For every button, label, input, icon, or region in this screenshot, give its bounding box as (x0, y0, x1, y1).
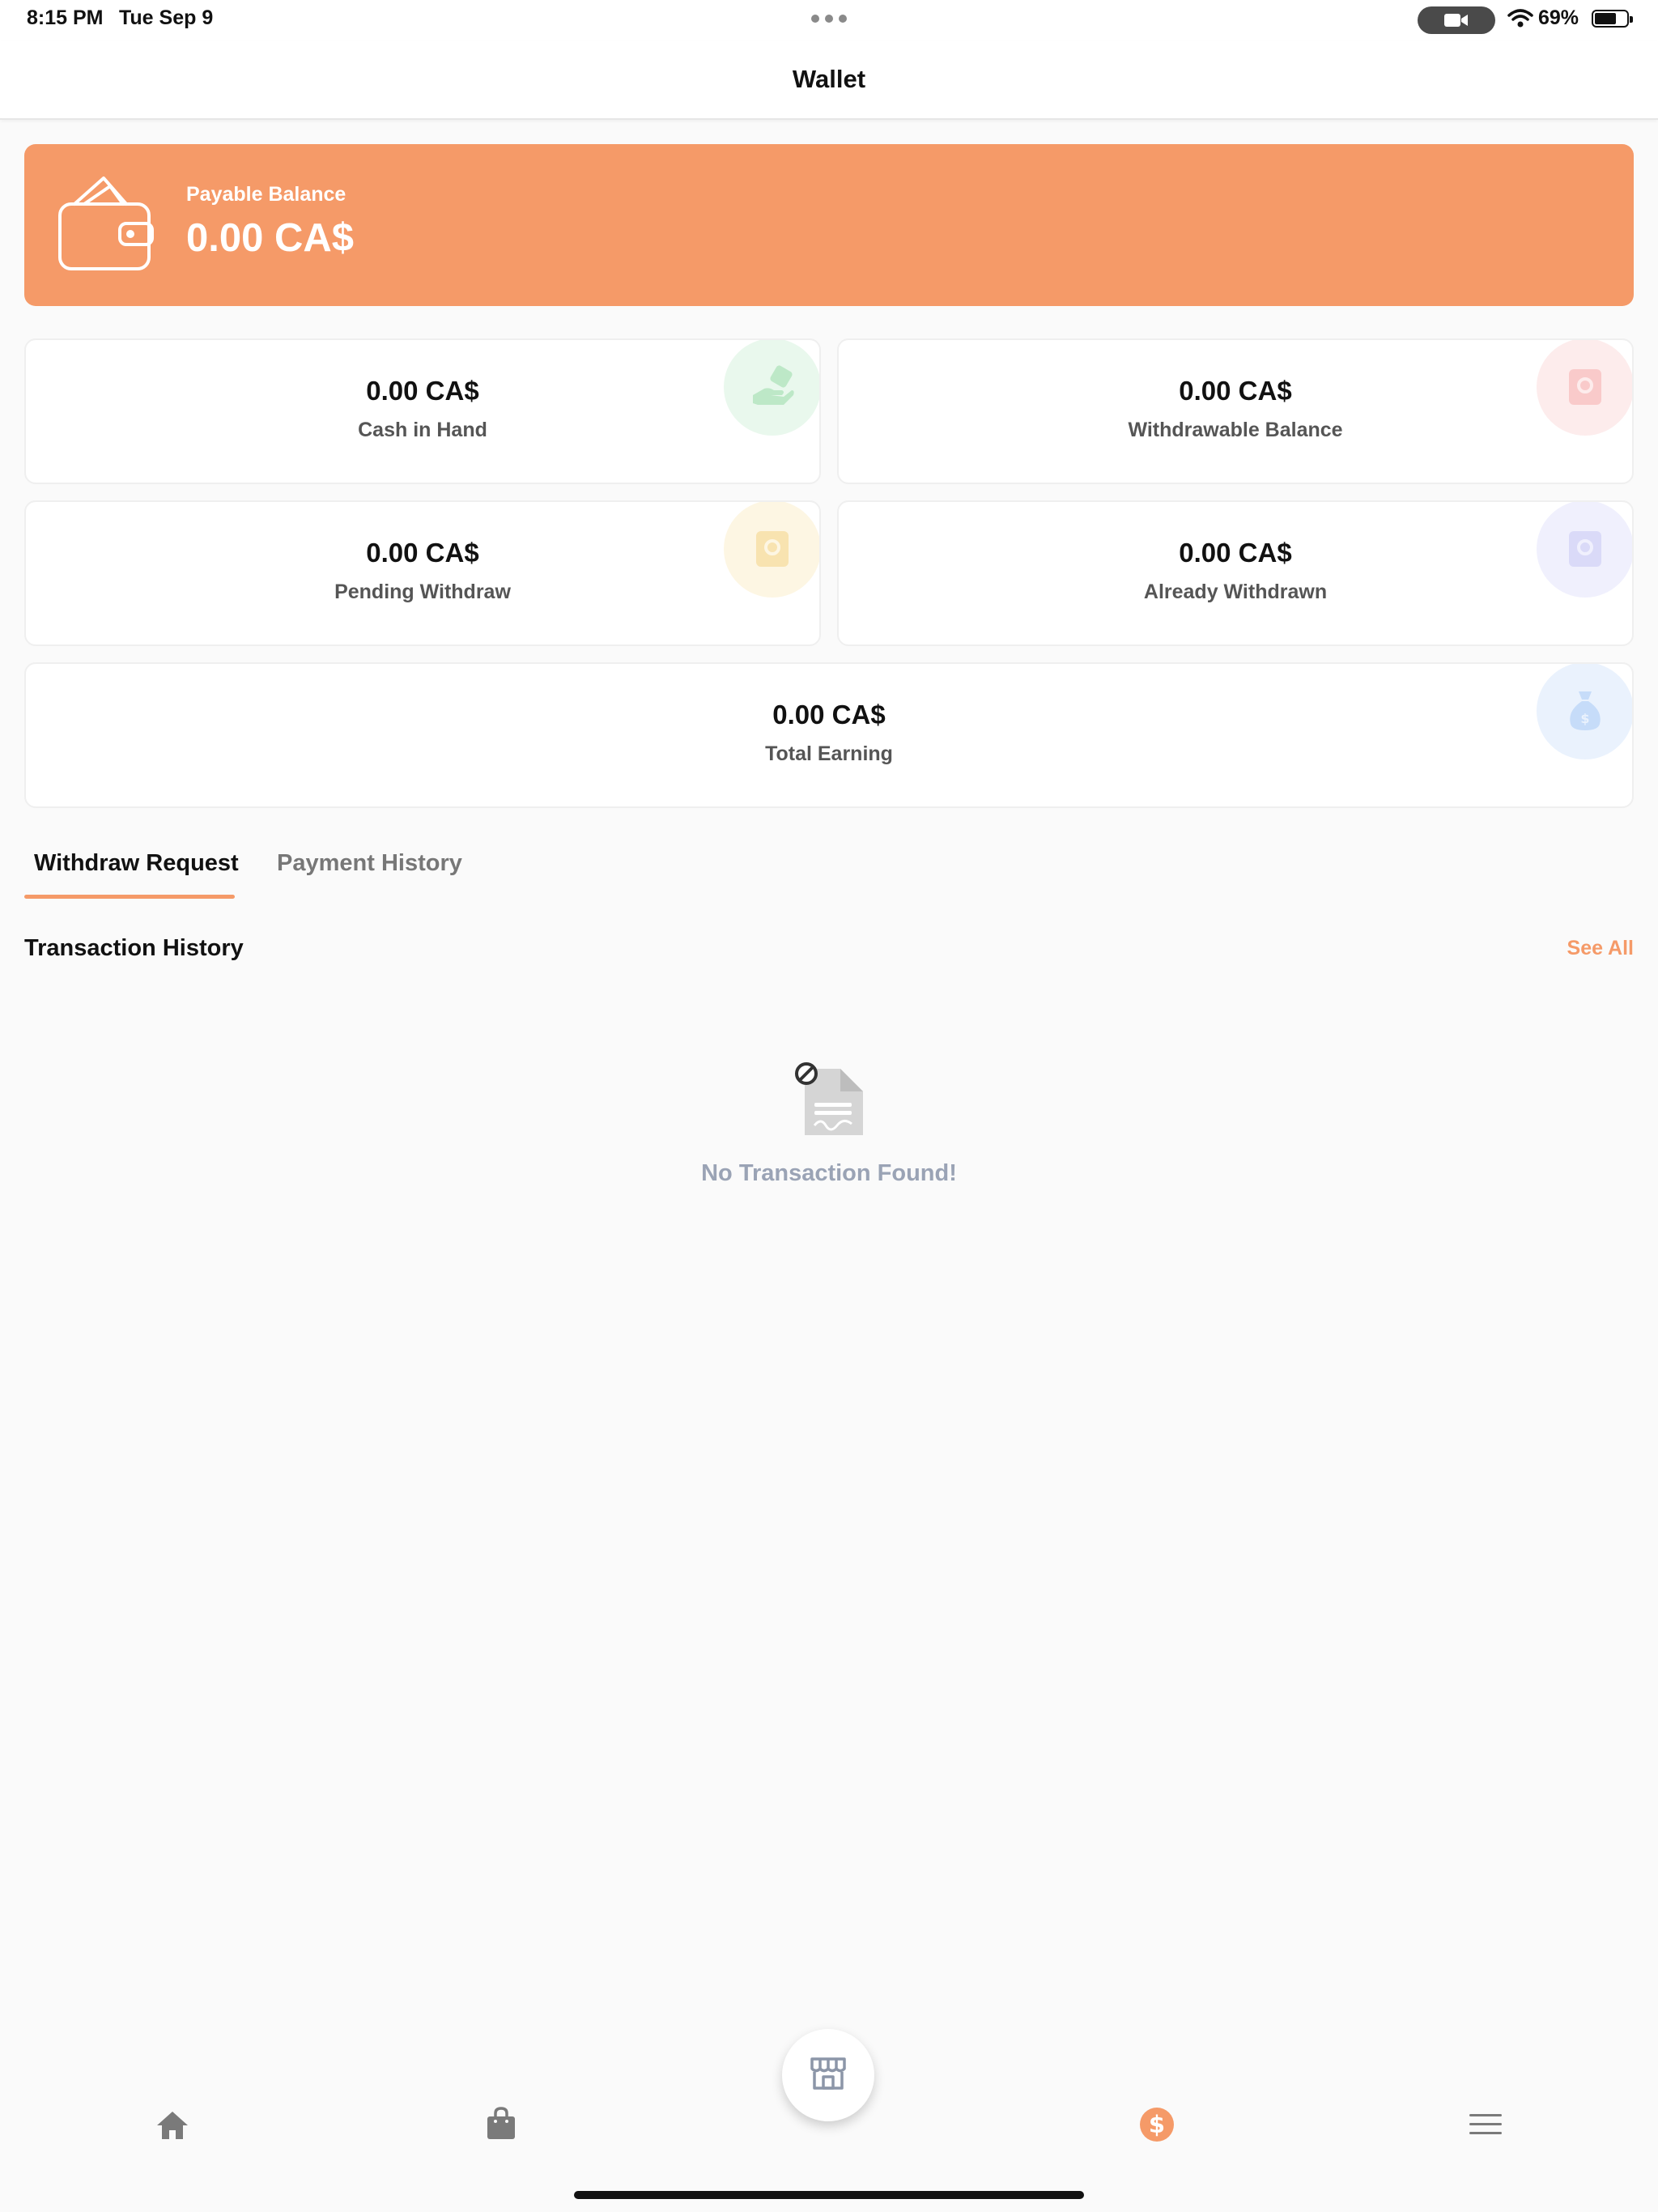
stat-amount: 0.00 CA$ (1179, 538, 1292, 568)
status-time: 8:15 PM (27, 6, 104, 29)
stat-label: Pending Withdraw (334, 581, 511, 603)
no-document-icon (790, 1061, 868, 1142)
stat-label: Cash in Hand (358, 419, 487, 441)
transaction-history-title: Transaction History (24, 935, 244, 961)
battery-percent: 69% (1538, 6, 1579, 29)
battery-icon (1592, 10, 1633, 28)
status-bar: 8:15 PM Tue Sep 9 69% (0, 0, 1658, 40)
stat-amount: 0.00 CA$ (366, 376, 479, 406)
tab-payment-history[interactable]: Payment History (277, 850, 462, 877)
payable-balance-label: Payable Balance (186, 183, 346, 206)
status-date: Tue Sep 9 (119, 6, 214, 29)
shopping-bag-icon[interactable] (481, 2104, 521, 2144)
menu-icon[interactable] (1465, 2104, 1506, 2145)
stat-card-withdrawable-balance: 0.00 CA$ Withdrawable Balance (837, 338, 1634, 484)
stat-amount: 0.00 CA$ (366, 538, 479, 568)
store-button[interactable] (782, 2029, 874, 2121)
stat-amount: 0.00 CA$ (1179, 376, 1292, 406)
multitasking-dots-icon[interactable] (811, 15, 847, 23)
wifi-icon (1507, 8, 1533, 33)
stat-amount: 0.00 CA$ (772, 700, 886, 730)
stat-label: Withdrawable Balance (1128, 419, 1343, 441)
page-title: Wallet (792, 65, 866, 93)
camera-icon (1418, 6, 1495, 34)
wallet-icon (57, 175, 157, 279)
store-icon (809, 2056, 848, 2095)
see-all-link[interactable]: See All (1567, 937, 1634, 960)
dollar-icon[interactable]: $ (1137, 2104, 1177, 2145)
home-indicator[interactable] (574, 2191, 1084, 2199)
stat-card-cash-in-hand: 0.00 CA$ Cash in Hand (24, 338, 821, 484)
stat-card-total-earning: $ 0.00 CA$ Total Earning (24, 662, 1634, 808)
stat-label: Already Withdrawn (1143, 581, 1328, 603)
stat-card-already-withdrawn: 0.00 CA$ Already Withdrawn (837, 500, 1634, 646)
payable-balance-card: Payable Balance 0.00 CA$ (24, 144, 1634, 306)
payable-balance-amount: 0.00 CA$ (186, 216, 355, 260)
app-header: Wallet (0, 40, 1658, 120)
stat-label: Total Earning (765, 742, 893, 765)
active-tab-indicator (24, 895, 235, 899)
tab-withdraw-request[interactable]: Withdraw Request (34, 850, 239, 877)
battery-fill (1595, 13, 1617, 24)
empty-state-message: No Transaction Found! (701, 1160, 957, 1186)
home-icon[interactable] (152, 2105, 193, 2146)
stat-card-pending-withdraw: 0.00 CA$ Pending Withdraw (24, 500, 821, 646)
svg-text:$: $ (1149, 2111, 1165, 2138)
